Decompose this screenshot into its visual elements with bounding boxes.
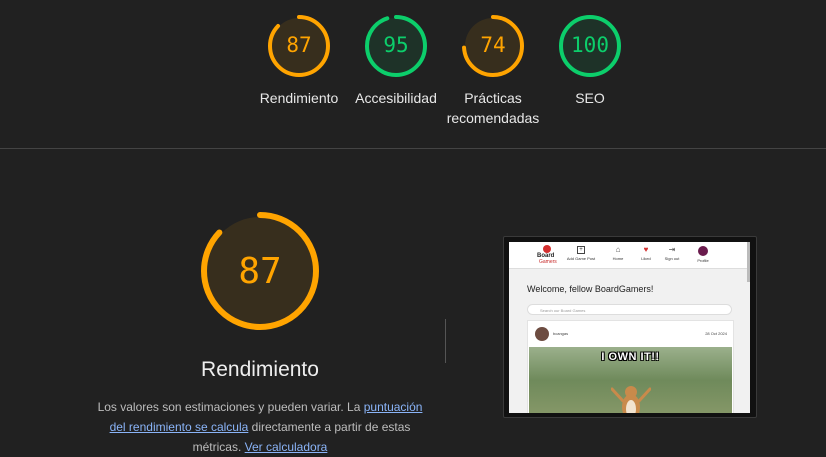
thumbnail-page: Board Gamers + Add Game Post ⌂ Home ♥ Li… <box>509 242 750 413</box>
nav-sign-out: ⇥ Sign out <box>661 245 683 262</box>
nav-add-game: + Add Game Post <box>564 246 598 261</box>
thumbnail-logo: Board Gamers <box>537 245 559 265</box>
thumbnail-search: Search our Board Games <box>527 304 732 315</box>
nav-profile: Profile <box>693 246 713 263</box>
main-gauge-score: 87 <box>238 251 282 292</box>
performance-description: Los valores son estimaciones y pueden va… <box>90 397 430 457</box>
thumbnail-welcome: Welcome, fellow BoardGamers! <box>527 284 654 294</box>
gauge-score-best-practices: 74 <box>480 33 506 57</box>
gauge-label-seo: SEO <box>575 90 605 106</box>
plus-box-icon: + <box>577 246 585 254</box>
post-username: bcangas <box>553 331 569 336</box>
gauge-label-accessibility: Accesibilidad <box>355 90 437 106</box>
calculator-link[interactable]: Ver calculadora <box>245 440 328 454</box>
final-screenshot-thumbnail[interactable]: Board Gamers + Add Game Post ⌂ Home ♥ Li… <box>503 236 757 418</box>
sign-out-icon: ⇥ <box>668 245 676 254</box>
nav-profile-label: Profile <box>697 258 709 263</box>
gauge-label-best-practices: Prácticas recomendadas <box>446 90 540 126</box>
post-avatar <box>535 327 549 341</box>
thumbnail-scrollbar <box>747 242 750 282</box>
nav-add-game-label: Add Game Post <box>566 256 596 261</box>
post-date: 28 Oct 2024 <box>705 331 727 336</box>
thumbnail-post: bcangas 28 Oct 2024 I OWN IT!! <box>527 320 734 413</box>
nav-liked-label: Liked <box>641 256 651 261</box>
gauge-score-performance: 87 <box>286 33 312 57</box>
desc-text-1: Los valores son estimaciones y pueden va… <box>97 400 364 414</box>
avatar-icon <box>698 246 708 256</box>
post-image-caption: I OWN IT!! <box>601 351 660 363</box>
gauge-score-accessibility: 95 <box>383 33 409 57</box>
heart-icon: ♥ <box>643 245 649 254</box>
post-image: I OWN IT!! <box>529 347 732 413</box>
home-icon: ⌂ <box>615 245 621 254</box>
gauge-label-performance: Rendimiento <box>259 90 339 106</box>
gauge-score-seo: 100 <box>571 33 609 57</box>
main-gauge-title: Rendimiento <box>201 358 319 381</box>
nav-home: ⌂ Home <box>609 245 627 262</box>
thumbnail-navbar: Board Gamers + Add Game Post ⌂ Home ♥ Li… <box>509 242 750 269</box>
section-divider <box>0 148 826 149</box>
nav-liked: ♥ Liked <box>637 245 655 262</box>
squirrel-image <box>611 386 651 413</box>
vertical-divider <box>445 319 446 363</box>
logo-meeple-icon <box>543 245 551 253</box>
logo-text-2: Gamers <box>539 259 557 265</box>
nav-sign-out-label: Sign out <box>664 256 680 261</box>
nav-home-label: Home <box>612 256 624 261</box>
